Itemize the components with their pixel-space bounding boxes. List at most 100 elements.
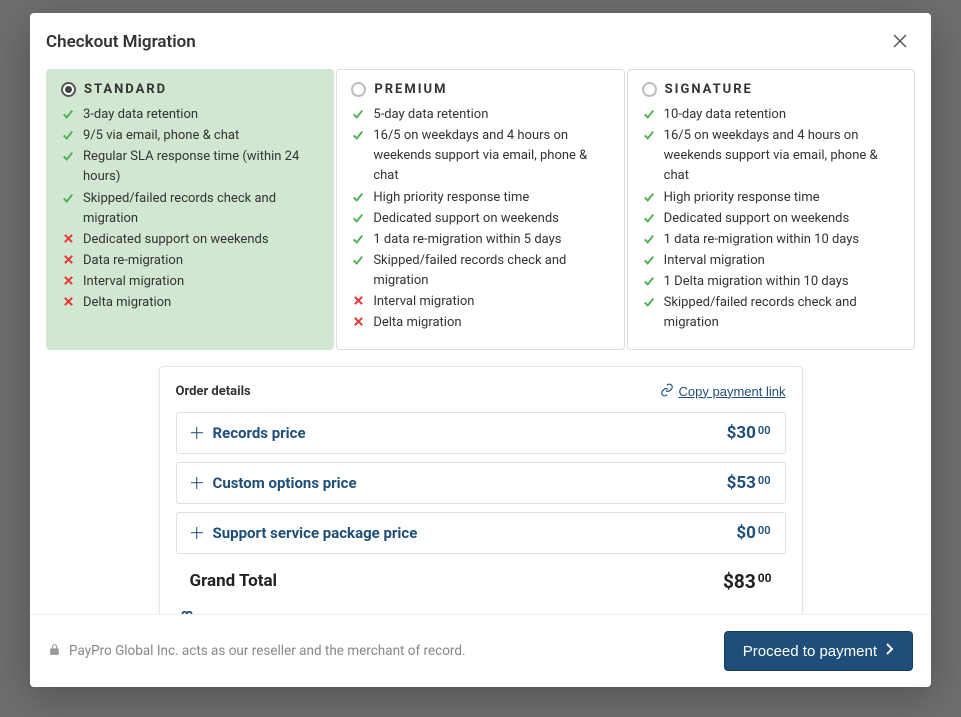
plan-selector: STANDARD 3-day data retention9/5 via emai… bbox=[46, 69, 915, 350]
plan-name: STANDARD bbox=[84, 82, 167, 97]
feature-item: 1 data re-migration within 5 days bbox=[351, 230, 609, 250]
cross-icon bbox=[61, 233, 75, 244]
feature-text: 5-day data retention bbox=[373, 105, 488, 125]
plan-name: SIGNATURE bbox=[665, 82, 753, 97]
link-icon bbox=[660, 383, 674, 400]
plan-card-signature[interactable]: SIGNATURE 10-day data retention16/5 on we… bbox=[627, 69, 915, 350]
feature-text: Interval migration bbox=[373, 292, 474, 312]
cross-icon bbox=[61, 254, 75, 265]
order-line-item[interactable]: Custom options price $5300 bbox=[176, 462, 786, 504]
feature-item: Dedicated support on weekends bbox=[61, 230, 319, 250]
feature-text: Delta migration bbox=[83, 293, 171, 313]
expand-icon bbox=[191, 477, 203, 489]
line-price: $5300 bbox=[727, 473, 771, 493]
feature-text: 10-day data retention bbox=[664, 105, 786, 125]
feature-item: Skipped/failed records check and migrati… bbox=[61, 189, 319, 229]
grand-total-amount: $83 00 bbox=[723, 570, 771, 593]
check-icon bbox=[642, 296, 656, 308]
plan-radio[interactable] bbox=[642, 82, 657, 97]
feature-item: Delta migration bbox=[351, 313, 609, 333]
feature-item: Interval migration bbox=[351, 292, 609, 312]
check-icon bbox=[351, 191, 365, 203]
feature-item: Dedicated support on weekends bbox=[642, 209, 900, 229]
line-left: Records price bbox=[191, 424, 306, 442]
expand-icon bbox=[191, 527, 203, 539]
feature-item: Interval migration bbox=[61, 272, 319, 292]
modal-body: STANDARD 3-day data retention9/5 via emai… bbox=[30, 69, 931, 614]
feature-text: 9/5 via email, phone & chat bbox=[83, 126, 239, 146]
plan-card-standard[interactable]: STANDARD 3-day data retention9/5 via emai… bbox=[46, 69, 334, 350]
proceed-to-payment-button[interactable]: Proceed to payment bbox=[724, 631, 913, 671]
feature-item: 16/5 on weekdays and 4 hours on weekends… bbox=[351, 126, 609, 186]
line-left: Custom options price bbox=[191, 474, 357, 492]
feature-text: Interval migration bbox=[83, 272, 184, 292]
merchant-notice: PayPro Global Inc. acts as our reseller … bbox=[48, 642, 466, 661]
feature-text: Skipped/failed records check and migrati… bbox=[373, 251, 609, 291]
feature-item: 10-day data retention bbox=[642, 105, 900, 125]
feature-item: 3-day data retention bbox=[61, 105, 319, 125]
check-icon bbox=[61, 129, 75, 141]
grand-total-cents: 00 bbox=[758, 571, 772, 585]
cross-icon bbox=[351, 316, 365, 327]
close-button[interactable] bbox=[887, 29, 913, 55]
feature-item: 16/5 on weekdays and 4 hours on weekends… bbox=[642, 126, 900, 186]
grand-total-label: Grand Total bbox=[190, 571, 278, 591]
modal-footer: PayPro Global Inc. acts as our reseller … bbox=[30, 614, 931, 687]
order-line-item[interactable]: Support service package price $000 bbox=[176, 512, 786, 554]
plan-header: SIGNATURE bbox=[642, 82, 900, 97]
feature-text: 16/5 on weekdays and 4 hours on weekends… bbox=[373, 126, 609, 186]
plan-card-premium[interactable]: PREMIUM5-day data retention16/5 on weekd… bbox=[336, 69, 624, 350]
check-icon bbox=[61, 108, 75, 120]
modal-header: Checkout Migration bbox=[30, 13, 931, 69]
cross-icon bbox=[61, 275, 75, 286]
check-icon bbox=[351, 233, 365, 245]
feature-item: 1 data re-migration within 10 days bbox=[642, 230, 900, 250]
order-header: Order details Copy payment link bbox=[176, 383, 786, 400]
check-icon bbox=[351, 108, 365, 120]
line-cents: 00 bbox=[758, 524, 771, 537]
feature-list: 10-day data retention16/5 on weekdays an… bbox=[642, 105, 900, 334]
feature-item: Skipped/failed records check and migrati… bbox=[642, 293, 900, 333]
feature-text: Skipped/failed records check and migrati… bbox=[83, 189, 319, 229]
line-price: $000 bbox=[736, 523, 770, 543]
copy-payment-link[interactable]: Copy payment link bbox=[660, 383, 786, 400]
line-label: Records price bbox=[213, 424, 306, 442]
modal-backdrop: Checkout Migration STANDARD 3-day data re… bbox=[0, 0, 961, 717]
feature-text: Data re-migration bbox=[83, 251, 183, 271]
line-price: $3000 bbox=[727, 423, 771, 443]
feature-list: 5-day data retention16/5 on weekdays and… bbox=[351, 105, 609, 334]
feature-item: Skipped/failed records check and migrati… bbox=[351, 251, 609, 291]
check-icon bbox=[61, 150, 75, 162]
line-amount: $53 bbox=[727, 473, 756, 493]
check-icon bbox=[61, 192, 75, 204]
copy-link-label: Copy payment link bbox=[679, 384, 786, 399]
check-icon bbox=[351, 212, 365, 224]
close-icon bbox=[891, 32, 909, 53]
feature-item: High priority response time bbox=[351, 188, 609, 208]
line-amount: $30 bbox=[727, 423, 756, 443]
feature-text: Dedicated support on weekends bbox=[83, 230, 269, 250]
feature-item: 9/5 via email, phone & chat bbox=[61, 126, 319, 146]
feature-text: 3-day data retention bbox=[83, 105, 198, 125]
plan-radio[interactable] bbox=[351, 82, 366, 97]
feature-text: Delta migration bbox=[373, 313, 461, 333]
feature-text: Dedicated support on weekends bbox=[373, 209, 559, 229]
modal-title: Checkout Migration bbox=[46, 32, 196, 52]
feature-item: Delta migration bbox=[61, 293, 319, 313]
order-line-item[interactable]: Records price $3000 bbox=[176, 412, 786, 454]
grand-total-dollars: $83 bbox=[723, 570, 756, 593]
feature-list: 3-day data retention9/5 via email, phone… bbox=[61, 105, 319, 313]
feature-text: Dedicated support on weekends bbox=[664, 209, 850, 229]
order-details-card: Order details Copy payment link Records … bbox=[159, 366, 803, 614]
checkout-modal: Checkout Migration STANDARD 3-day data re… bbox=[30, 13, 931, 687]
feature-item: 1 Delta migration within 10 days bbox=[642, 272, 900, 292]
plan-radio[interactable] bbox=[61, 82, 76, 97]
cross-icon bbox=[351, 295, 365, 306]
line-left: Support service package price bbox=[191, 524, 418, 542]
check-icon bbox=[642, 191, 656, 203]
feature-text: 16/5 on weekdays and 4 hours on weekends… bbox=[664, 126, 900, 186]
feature-item: Data re-migration bbox=[61, 251, 319, 271]
chevron-right-icon bbox=[885, 642, 894, 660]
feature-text: 1 Delta migration within 10 days bbox=[664, 272, 849, 292]
feature-text: Regular SLA response time (within 24 hou… bbox=[83, 147, 319, 187]
